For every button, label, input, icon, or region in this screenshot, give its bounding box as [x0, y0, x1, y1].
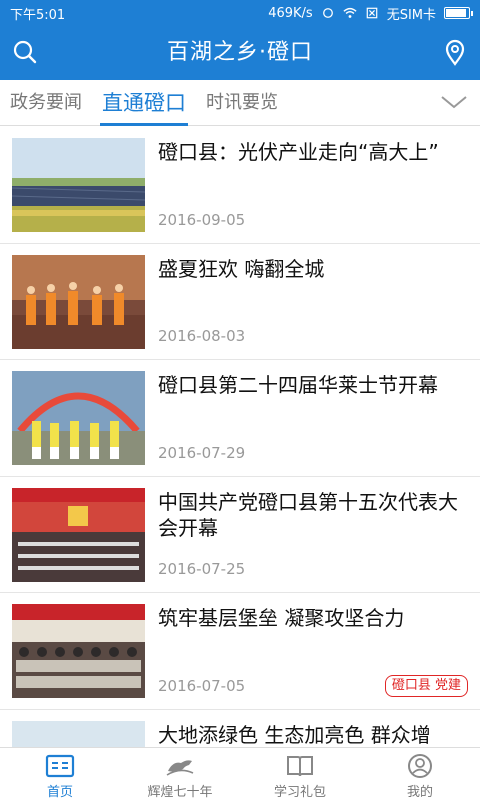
- sim-status: 无SIM卡: [386, 7, 436, 23]
- news-item[interactable]: 筑牢基层堡垒 凝聚攻坚合力 2016-07-05 磴口县 党建: [0, 593, 480, 710]
- nav-study-label: 学习礼包: [273, 785, 326, 800]
- news-item[interactable]: 大地添绿色 生态加亮色 群众增: [0, 710, 480, 747]
- news-date: 2016-07-25: [158, 560, 246, 578]
- news-thumbnail-festival: [12, 371, 145, 465]
- news-item[interactable]: 中国共产党磴口县第十五次代表大会开幕 2016-07-25: [0, 477, 480, 593]
- news-title: 磴口县：光伏产业走向“高大上”: [158, 140, 439, 164]
- news-thumbnail-solar-field: [12, 138, 145, 232]
- wifi-icon: [343, 7, 357, 18]
- tab-news-overview[interactable]: 时讯要览: [196, 80, 288, 126]
- battery-icon: [444, 7, 473, 19]
- bottom-nav: 首页 辉煌七十年 学习礼包 我的: [0, 747, 480, 800]
- tab-government-news[interactable]: 政务要闻: [0, 80, 92, 126]
- news-item[interactable]: 磴口县第二十四届华莱士节开幕 2016-07-29: [0, 360, 480, 477]
- category-tag: 磴口县 党建: [384, 674, 468, 697]
- news-list: 磴口县：光伏产业走向“高大上” 2016-09-05 盛夏狂欢 嗨翻全城 201…: [0, 127, 480, 747]
- nav-home-label: 首页: [46, 785, 73, 800]
- home-news-icon: [45, 754, 75, 778]
- nav-glory-seventy[interactable]: 辉煌七十年: [120, 748, 240, 800]
- news-title: 盛夏狂欢 嗨翻全城: [158, 256, 325, 281]
- news-thumbnail-meeting: [12, 604, 145, 698]
- news-item[interactable]: 磴口县：光伏产业走向“高大上” 2016-09-05: [0, 127, 480, 244]
- news-date: 2016-08-03: [158, 327, 246, 345]
- status-bar: 下午5:01 469K/s 无SIM卡: [0, 0, 480, 26]
- nav-mine-label: 我的: [406, 785, 433, 800]
- news-date: 2016-09-05: [158, 210, 246, 229]
- nav-glory-label: 辉煌七十年: [147, 785, 213, 800]
- news-title: 中国共产党磴口县第十五次代表大会开幕: [158, 489, 458, 540]
- news-date: 2016-07-05: [158, 676, 246, 695]
- user-icon: [408, 754, 432, 778]
- location-pin-icon[interactable]: [440, 37, 470, 67]
- horse-icon: [166, 760, 194, 776]
- chevron-down-icon[interactable]: [440, 90, 468, 114]
- app-header: 百湖之乡·磴口: [0, 26, 480, 80]
- page-title: 百湖之乡·磴口: [167, 40, 313, 65]
- news-title: 筑牢基层堡垒 凝聚攻坚合力: [158, 606, 405, 630]
- news-thumbnail-greenery: [12, 720, 145, 747]
- news-item[interactable]: 盛夏狂欢 嗨翻全城 2016-08-03: [0, 244, 480, 360]
- category-tabs: 政务要闻 直通磴口 时讯要览: [0, 80, 480, 126]
- news-thumbnail-dancers: [12, 254, 145, 349]
- news-title: 大地添绿色 生态加亮色 群众增: [158, 722, 431, 747]
- news-date: 2016-07-29: [158, 443, 246, 462]
- nav-mine[interactable]: 我的: [360, 748, 480, 800]
- nav-home[interactable]: 首页: [0, 748, 120, 800]
- status-time: 下午5:01: [10, 7, 66, 23]
- book-icon: [287, 756, 313, 777]
- tab-dengkou-direct[interactable]: 直通磴口: [92, 80, 196, 126]
- news-thumbnail-congress: [12, 487, 145, 582]
- nav-study-pack[interactable]: 学习礼包: [240, 748, 360, 800]
- sync-icon: [322, 8, 333, 18]
- news-title: 磴口县第二十四届华莱士节开幕: [158, 373, 438, 397]
- network-speed: 469K/s: [268, 5, 313, 21]
- no-sim-icon: [366, 7, 378, 19]
